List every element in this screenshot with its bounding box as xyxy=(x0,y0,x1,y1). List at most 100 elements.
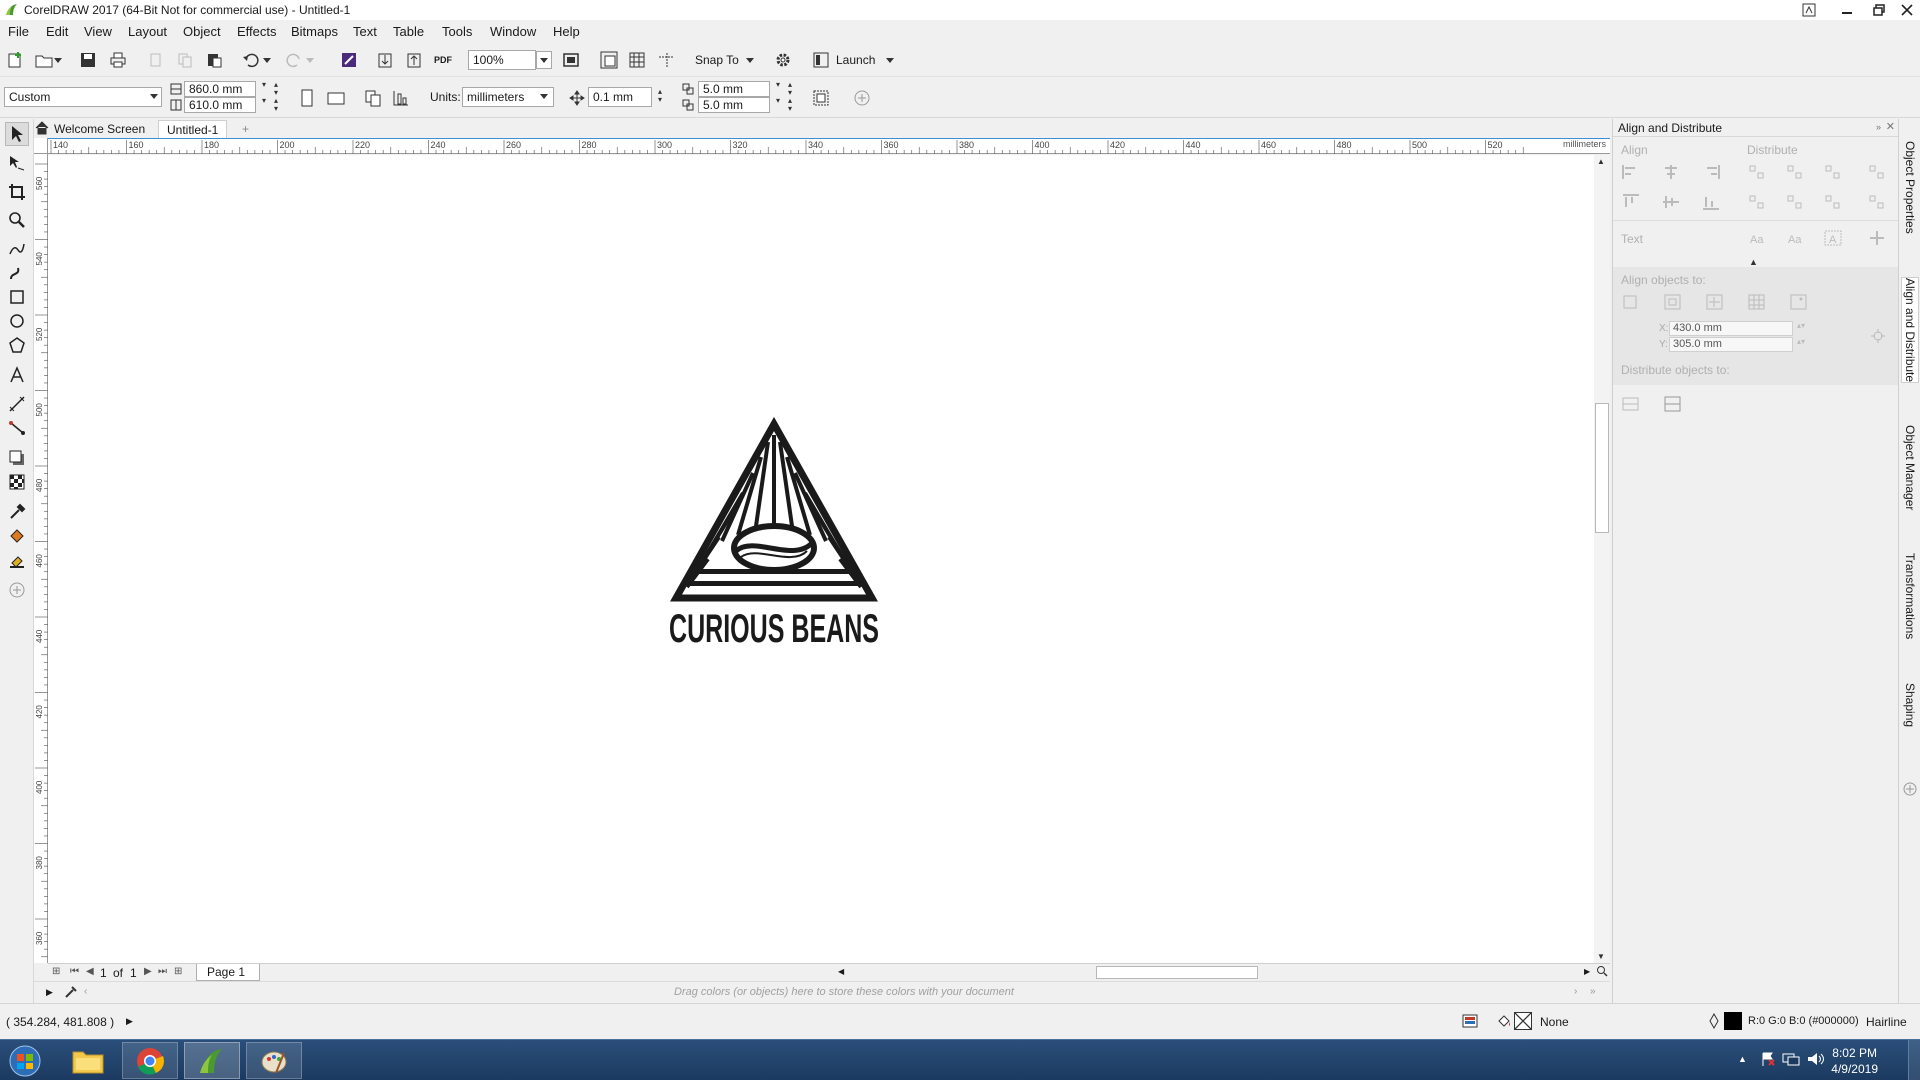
menu-bitmaps[interactable]: Bitmaps xyxy=(291,24,338,39)
pick-point-icon[interactable] xyxy=(1869,327,1889,345)
undo-icon[interactable] xyxy=(240,49,262,71)
launch-button[interactable]: Launch xyxy=(836,53,875,67)
page-width-stepper[interactable]: ▴ ▾ xyxy=(270,81,282,97)
ruler-origin[interactable] xyxy=(34,138,48,154)
cut-icon[interactable] xyxy=(145,49,167,71)
artistic-media-tool-icon[interactable] xyxy=(5,261,29,285)
status-expand-arrow[interactable]: ▶ xyxy=(126,1016,133,1027)
palette-scroll-left[interactable]: ‹ xyxy=(84,986,87,997)
align-right-icon[interactable] xyxy=(1701,163,1721,181)
duplicate-x-stepper[interactable]: ▴ ▾ xyxy=(784,81,796,97)
open-recent-dropdown[interactable] xyxy=(52,49,64,71)
add-page-after-button[interactable]: ⊞ xyxy=(174,966,182,977)
search-content-icon[interactable] xyxy=(338,49,360,71)
distribute-center-icon[interactable] xyxy=(1785,163,1805,181)
align-to-grid-icon[interactable] xyxy=(1747,293,1767,311)
page-width-field[interactable]: 860.0 mm xyxy=(184,81,256,97)
paste-icon[interactable] xyxy=(203,49,225,71)
vertical-scrollbar[interactable]: ▲ ▼ xyxy=(1594,155,1610,963)
page-width-spin[interactable]: ▾ xyxy=(258,81,270,97)
show-grid-icon[interactable] xyxy=(626,49,648,71)
distribute-left-icon[interactable] xyxy=(1747,163,1767,181)
text-first-line-baseline-icon[interactable]: Aa xyxy=(1747,229,1767,247)
x-coordinate-stepper[interactable]: ▴▾ xyxy=(1795,322,1807,338)
full-screen-preview-icon[interactable] xyxy=(560,49,582,71)
menu-view[interactable]: View xyxy=(84,24,112,39)
outline-color-swatch[interactable] xyxy=(1724,1012,1742,1030)
menu-tools[interactable]: Tools xyxy=(442,24,472,39)
save-icon[interactable] xyxy=(77,49,99,71)
scroll-right-arrow[interactable]: ▶ xyxy=(1584,967,1590,976)
network-icon[interactable] xyxy=(1782,1051,1800,1067)
tab-transformations[interactable]: Transformations xyxy=(1901,553,1919,639)
redo-dropdown[interactable] xyxy=(304,49,316,71)
align-to-page-edge-icon[interactable] xyxy=(1663,293,1683,311)
quick-customize-icon[interactable] xyxy=(5,578,29,602)
paint-taskbar-icon[interactable] xyxy=(246,1042,302,1079)
zoom-tool-icon[interactable] xyxy=(5,208,29,232)
all-pages-icon[interactable] xyxy=(362,87,384,109)
add-control-icon[interactable] xyxy=(851,87,873,109)
duplicate-y-field[interactable]: 5.0 mm xyxy=(698,97,770,113)
drawing-canvas[interactable]: CURIOUS BEANS xyxy=(48,155,1594,963)
align-to-active-object-icon[interactable] xyxy=(1621,293,1641,311)
duplicate-x-spin[interactable]: ▾ xyxy=(772,81,784,97)
ellipse-tool-icon[interactable] xyxy=(5,309,29,333)
color-proof-icon[interactable] xyxy=(1462,1013,1478,1029)
pick-tool-icon[interactable] xyxy=(5,122,29,146)
curious-beans-logo[interactable]: CURIOUS BEANS xyxy=(669,416,879,651)
previous-page-button[interactable]: ◀ xyxy=(86,966,94,977)
palette-scroll-right[interactable]: › xyxy=(1574,986,1577,997)
palette-eyedropper-icon[interactable] xyxy=(64,985,78,999)
add-page-before-button[interactable]: ⊞ xyxy=(52,966,60,977)
transparency-tool-icon[interactable] xyxy=(5,470,29,494)
palette-expand[interactable]: » xyxy=(1590,986,1596,997)
duplicate-x-field[interactable]: 5.0 mm xyxy=(698,81,770,97)
horizontal-scroll-thumb[interactable] xyxy=(1096,966,1258,979)
y-coordinate-field[interactable]: 305.0 mm xyxy=(1669,337,1793,352)
menu-edit[interactable]: Edit xyxy=(46,24,68,39)
align-center-vertical-icon[interactable] xyxy=(1661,193,1681,211)
menu-layout[interactable]: Layout xyxy=(128,24,167,39)
align-bottom-icon[interactable] xyxy=(1701,193,1721,211)
close-button[interactable] xyxy=(1892,0,1920,20)
taskbar-clock[interactable]: 8:02 PM 4/9/2019 xyxy=(1831,1045,1878,1077)
menu-help[interactable]: Help xyxy=(553,24,580,39)
zoom-dropdown[interactable] xyxy=(536,51,552,69)
fill-none-swatch[interactable] xyxy=(1514,1012,1532,1030)
x-coordinate-field[interactable]: 430.0 mm xyxy=(1669,321,1793,336)
align-center-horizontal-icon[interactable] xyxy=(1661,163,1681,181)
launch-dropdown[interactable] xyxy=(884,49,896,71)
align-top-icon[interactable] xyxy=(1621,193,1641,211)
vertical-ruler[interactable]: 560 540 520 500 480 460 440 420 400 380 360 xyxy=(34,154,48,963)
duplicate-y-spin[interactable]: ▾ xyxy=(772,97,784,113)
connector-tool-icon[interactable] xyxy=(5,416,29,440)
zoom-level-field[interactable]: 100% xyxy=(468,50,536,70)
undo-dropdown[interactable] xyxy=(261,49,273,71)
tab-welcome-screen[interactable]: Welcome Screen xyxy=(46,120,153,138)
distribute-bottom-icon[interactable] xyxy=(1823,193,1843,211)
coreldraw-taskbar-icon[interactable] xyxy=(184,1042,240,1079)
align-to-page-center-icon[interactable] xyxy=(1705,293,1725,311)
export-icon[interactable] xyxy=(403,49,425,71)
publish-pdf-icon[interactable]: PDF xyxy=(432,49,454,71)
y-coordinate-stepper[interactable]: ▴▾ xyxy=(1795,338,1807,354)
vertical-scroll-thumb[interactable] xyxy=(1595,403,1609,533)
text-last-line-baseline-icon[interactable]: Aa xyxy=(1785,229,1805,247)
palette-flyout-arrow[interactable]: ▶ xyxy=(46,987,53,998)
page-height-field[interactable]: 610.0 mm xyxy=(184,97,256,113)
units-dropdown[interactable] xyxy=(540,94,548,99)
distribute-spacing-horizontal-icon[interactable] xyxy=(1867,163,1887,181)
docker-close-icon[interactable]: ✕ xyxy=(1886,120,1895,133)
start-button[interactable] xyxy=(0,1042,50,1079)
scroll-up-arrow[interactable]: ▲ xyxy=(1597,157,1605,166)
tab-object-manager[interactable]: Object Manager xyxy=(1901,425,1919,510)
parallel-dimension-tool-icon[interactable] xyxy=(5,392,29,416)
page-tab-page-1[interactable]: Page 1 xyxy=(196,964,261,981)
chrome-taskbar-icon[interactable] xyxy=(122,1042,178,1079)
text-tool-icon[interactable] xyxy=(5,363,29,387)
crop-tool-icon[interactable] xyxy=(5,180,29,204)
page-height-stepper[interactable]: ▴ ▾ xyxy=(270,97,282,113)
scroll-left-arrow[interactable]: ◀ xyxy=(838,967,844,976)
distribute-to-page-icon[interactable] xyxy=(1663,395,1683,413)
